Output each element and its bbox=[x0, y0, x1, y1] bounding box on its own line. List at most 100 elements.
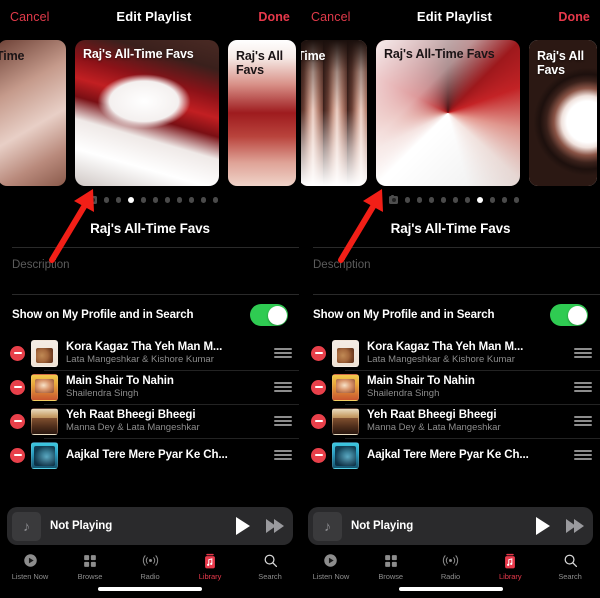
table-row[interactable]: Yeh Raat Bheegi Bheegi Manna Dey & Lata … bbox=[301, 404, 600, 438]
page-dot[interactable] bbox=[140, 197, 146, 203]
album-artwork bbox=[332, 441, 359, 469]
tab-bar[interactable]: Listen Now Browse Radio Library Search bbox=[301, 545, 600, 581]
playlist-name-field[interactable]: Raj's All-Time Favs bbox=[301, 209, 600, 247]
remove-song-icon[interactable] bbox=[10, 413, 25, 429]
artwork-label: Raj's All-Time Favs bbox=[83, 47, 194, 61]
tab-library[interactable]: Library bbox=[480, 545, 540, 581]
navigation-bar: Cancel Edit Playlist Done bbox=[301, 0, 600, 33]
cancel-button[interactable]: Cancel bbox=[311, 10, 351, 24]
table-row[interactable]: Yeh Raat Bheegi Bheegi Manna Dey & Lata … bbox=[0, 404, 300, 438]
home-indicator bbox=[98, 587, 202, 591]
cancel-button[interactable]: Cancel bbox=[10, 10, 50, 24]
table-row[interactable]: Aajkal Tere Mere Pyar Ke Ch... bbox=[301, 438, 600, 472]
tab-label: Listen Now bbox=[312, 572, 350, 581]
done-button[interactable]: Done bbox=[558, 10, 590, 24]
tab-radio[interactable]: Radio bbox=[421, 545, 481, 581]
mini-player[interactable]: ♪ Not Playing bbox=[308, 507, 593, 545]
song-list[interactable]: Kora Kagaz Tha Yeh Man M... Lata Mangesh… bbox=[301, 336, 600, 472]
playlist-name-field[interactable]: Raj's All-Time Favs bbox=[0, 209, 300, 247]
page-dot[interactable] bbox=[176, 197, 182, 203]
tab-listen-now[interactable]: Listen Now bbox=[301, 545, 361, 581]
table-row[interactable]: Kora Kagaz Tha Yeh Man M... Lata Mangesh… bbox=[301, 336, 600, 370]
page-dot[interactable] bbox=[501, 197, 507, 203]
remove-song-icon[interactable] bbox=[10, 447, 25, 463]
remove-song-icon[interactable] bbox=[311, 379, 326, 395]
page-dot[interactable] bbox=[188, 197, 194, 203]
page-dot[interactable] bbox=[164, 197, 170, 203]
tab-browse[interactable]: Browse bbox=[361, 545, 421, 581]
reorder-handle-icon[interactable] bbox=[274, 448, 292, 463]
artwork-option-selected[interactable]: Raj's All-Time Favs bbox=[75, 40, 219, 186]
fast-forward-icon[interactable] bbox=[266, 519, 284, 533]
table-row[interactable]: Aajkal Tere Mere Pyar Ke Ch... bbox=[0, 438, 300, 472]
page-dot[interactable] bbox=[103, 197, 109, 203]
page-dot[interactable] bbox=[489, 197, 495, 203]
play-icon[interactable] bbox=[236, 517, 250, 535]
remove-song-icon[interactable] bbox=[10, 379, 25, 395]
page-dot[interactable] bbox=[513, 197, 519, 203]
show-on-profile-toggle[interactable] bbox=[550, 304, 588, 326]
page-dot[interactable] bbox=[452, 197, 458, 203]
page-dot[interactable] bbox=[404, 197, 410, 203]
page-dot[interactable] bbox=[212, 197, 218, 203]
artwork-carousel[interactable]: -Time Raj's All-Time Favs Raj's All Favs bbox=[301, 37, 600, 189]
album-artwork bbox=[31, 373, 58, 401]
artwork-label-partial: -Time bbox=[0, 49, 25, 63]
mini-player[interactable]: ♪ Not Playing bbox=[7, 507, 293, 545]
page-dot-active[interactable] bbox=[127, 196, 134, 204]
carousel-page-dots[interactable] bbox=[0, 191, 300, 209]
carousel-page-dots[interactable] bbox=[301, 191, 600, 209]
remove-song-icon[interactable] bbox=[311, 345, 326, 361]
artwork-option-previous[interactable]: -Time bbox=[0, 40, 66, 186]
page-dot[interactable] bbox=[440, 197, 446, 203]
table-row[interactable]: Main Shair To Nahin Shailendra Singh bbox=[0, 370, 300, 404]
remove-song-icon[interactable] bbox=[311, 447, 326, 463]
tab-label: Library bbox=[198, 572, 222, 581]
reorder-handle-icon[interactable] bbox=[274, 414, 292, 429]
tab-bar[interactable]: Listen Now Browse Radio Library Search bbox=[0, 545, 300, 581]
song-list[interactable]: Kora Kagaz Tha Yeh Man M... Lata Mangesh… bbox=[0, 336, 300, 472]
camera-icon[interactable] bbox=[389, 194, 398, 204]
show-on-profile-row[interactable]: Show on My Profile and in Search bbox=[0, 295, 300, 336]
show-on-profile-toggle[interactable] bbox=[250, 304, 288, 326]
page-dot[interactable] bbox=[152, 197, 158, 203]
show-on-profile-row[interactable]: Show on My Profile and in Search bbox=[301, 295, 600, 336]
done-button[interactable]: Done bbox=[258, 10, 290, 24]
table-row[interactable]: Kora Kagaz Tha Yeh Man M... Lata Mangesh… bbox=[0, 336, 300, 370]
page-dot[interactable] bbox=[416, 197, 422, 203]
album-artwork bbox=[332, 373, 359, 401]
page-dot[interactable] bbox=[200, 197, 206, 203]
page-dot[interactable] bbox=[115, 197, 121, 203]
reorder-handle-icon[interactable] bbox=[574, 414, 592, 429]
remove-song-icon[interactable] bbox=[10, 345, 25, 361]
play-icon[interactable] bbox=[536, 517, 550, 535]
reorder-handle-icon[interactable] bbox=[274, 346, 292, 361]
tab-listen-now[interactable]: Listen Now bbox=[0, 545, 60, 581]
page-dot-active[interactable] bbox=[476, 196, 483, 204]
artwork-option-next[interactable]: Raj's All Favs bbox=[228, 40, 296, 186]
page-dot[interactable] bbox=[464, 197, 470, 203]
camera-icon[interactable] bbox=[88, 194, 97, 204]
tab-search[interactable]: Search bbox=[240, 545, 300, 581]
description-input[interactable]: Description bbox=[0, 248, 300, 294]
reorder-handle-icon[interactable] bbox=[274, 380, 292, 395]
fast-forward-icon[interactable] bbox=[566, 519, 584, 533]
grid-icon bbox=[83, 552, 97, 569]
tab-search[interactable]: Search bbox=[540, 545, 600, 581]
page-dot[interactable] bbox=[428, 197, 434, 203]
description-input[interactable]: Description bbox=[301, 248, 600, 294]
reorder-handle-icon[interactable] bbox=[574, 380, 592, 395]
artwork-option-previous[interactable]: -Time bbox=[301, 40, 367, 186]
artwork-carousel[interactable]: -Time Raj's All-Time Favs Raj's All Favs bbox=[0, 37, 300, 189]
remove-song-icon[interactable] bbox=[311, 413, 326, 429]
tab-library[interactable]: Library bbox=[180, 545, 240, 581]
song-artist: Shailendra Singh bbox=[66, 388, 139, 399]
reorder-handle-icon[interactable] bbox=[574, 346, 592, 361]
artwork-option-selected[interactable]: Raj's All-Time Favs bbox=[376, 40, 520, 186]
tab-radio[interactable]: Radio bbox=[120, 545, 180, 581]
tab-label: Library bbox=[499, 572, 522, 581]
table-row[interactable]: Main Shair To Nahin Shailendra Singh bbox=[301, 370, 600, 404]
tab-browse[interactable]: Browse bbox=[60, 545, 120, 581]
reorder-handle-icon[interactable] bbox=[574, 448, 592, 463]
artwork-option-next[interactable]: Raj's All Favs bbox=[529, 40, 597, 186]
